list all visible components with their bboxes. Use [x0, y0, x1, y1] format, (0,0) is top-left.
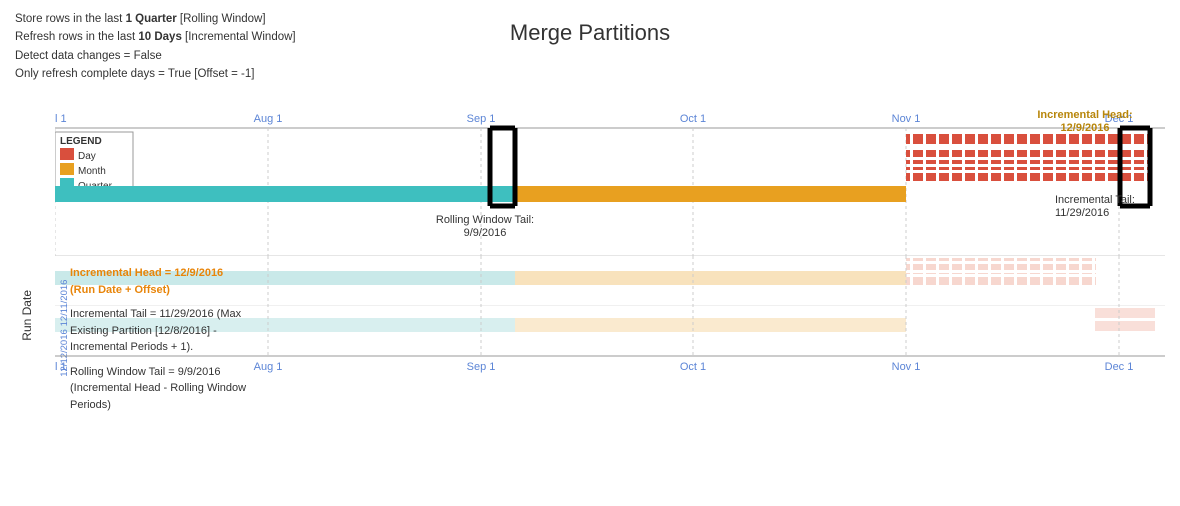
header-line1: Store rows in the last 1 Quarter [Rollin…: [15, 10, 296, 28]
svg-text:Dec 1: Dec 1: [1105, 361, 1134, 373]
svg-text:Oct 1: Oct 1: [680, 113, 706, 125]
svg-text:Day: Day: [78, 151, 96, 162]
svg-text:Incremental Tail:: Incremental Tail:: [1055, 194, 1135, 206]
svg-text:12/11/2016: 12/11/2016: [59, 280, 70, 327]
svg-text:LEGEND: LEGEND: [60, 136, 102, 147]
incremental-tail-formula: Incremental Tail = 11/29/2016 (MaxExisti…: [70, 306, 350, 356]
svg-text:Nov 1: Nov 1: [892, 113, 921, 125]
header-line4: Only refresh complete days = True [Offse…: [15, 65, 296, 83]
rolling-window-formula: Rolling Window Tail = 9/9/2016(Increment…: [70, 364, 350, 414]
page-title: Merge Partitions: [510, 20, 670, 46]
left-annotations: Incremental Head = 12/9/2016(Run Date + …: [70, 265, 350, 413]
svg-text:Incremental Head:: Incremental Head:: [1037, 109, 1132, 121]
svg-text:Month: Month: [78, 166, 106, 177]
svg-text:Nov 1: Nov 1: [892, 361, 921, 373]
svg-text:9/9/2016: 9/9/2016: [464, 227, 507, 239]
svg-text:Aug 1: Aug 1: [254, 113, 283, 125]
svg-text:Rolling Window Tail:: Rolling Window Tail:: [436, 214, 534, 226]
run-date-label: Run Date: [20, 290, 34, 341]
svg-text:Jul 1: Jul 1: [55, 361, 67, 373]
svg-text:11/29/2016: 11/29/2016: [1055, 207, 1109, 219]
header-info: Store rows in the last 1 Quarter [Rollin…: [15, 10, 296, 84]
incremental-head-formula: Incremental Head = 12/9/2016(Run Date + …: [70, 265, 350, 298]
svg-text:12/9/2016: 12/9/2016: [1061, 122, 1110, 134]
svg-text:Sep 1: Sep 1: [467, 361, 496, 373]
header-line3: Detect data changes = False: [15, 47, 296, 65]
header-line2: Refresh rows in the last 10 Days [Increm…: [15, 28, 296, 46]
svg-text:Sep 1: Sep 1: [467, 113, 496, 125]
svg-text:Oct 1: Oct 1: [680, 361, 706, 373]
page-container: Merge Partitions Store rows in the last …: [0, 0, 1180, 506]
svg-text:Jul 1: Jul 1: [55, 113, 67, 125]
